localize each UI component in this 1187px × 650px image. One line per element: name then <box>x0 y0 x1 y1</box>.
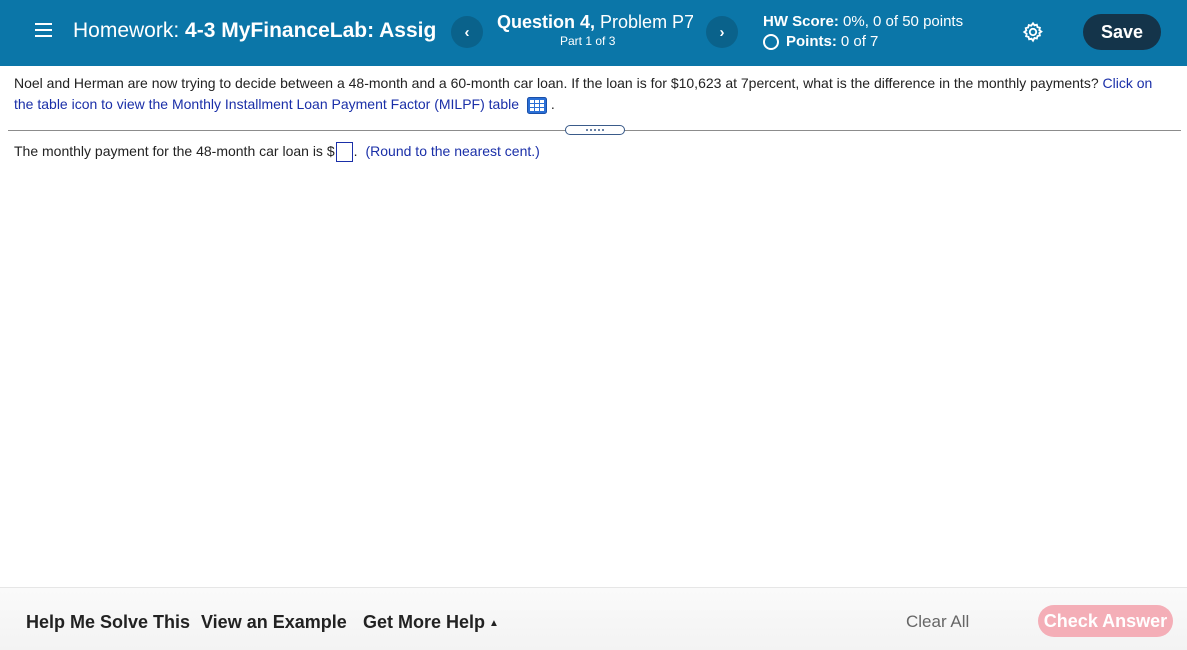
rounding-hint: (Round to the nearest cent.) <box>365 143 540 159</box>
homework-name: 4-3 MyFinanceLab: Assignm... <box>185 19 435 42</box>
homework-prefix: Homework: <box>73 19 180 42</box>
next-question-button[interactable]: › <box>706 16 738 48</box>
save-button[interactable]: Save <box>1083 14 1161 50</box>
chevron-right-icon: › <box>719 23 725 41</box>
table-icon[interactable] <box>526 96 547 114</box>
answer-line: The monthly payment for the 48-month car… <box>14 141 540 162</box>
points-label: Points: <box>786 33 837 50</box>
points-value: 0 of 7 <box>840 33 879 50</box>
homework-title: Homework: 4-3 MyFinanceLab: Assignm... <box>73 19 435 43</box>
view-example-button[interactable]: View an Example <box>201 612 347 633</box>
hw-score-label: HW Score: <box>763 13 839 30</box>
hw-score: HW Score: 0%, 0 of 50 points <box>763 13 963 30</box>
caret-up-icon: ▲ <box>489 617 499 629</box>
chevron-left-icon: ‹ <box>464 23 470 41</box>
question-number: Question 4, <box>497 12 596 32</box>
top-bar: Homework: 4-3 MyFinanceLab: Assignm... ‹… <box>0 0 1187 66</box>
answer-prompt: The monthly payment for the 48-month car… <box>14 143 335 159</box>
hamburger-menu-icon[interactable] <box>35 23 52 39</box>
hw-score-value: 0%, 0 of 50 points <box>843 13 964 30</box>
clear-all-button[interactable]: Clear All <box>906 612 969 632</box>
question-body: Noel and Herman are now trying to decide… <box>14 75 1103 91</box>
answer-input[interactable] <box>335 141 353 162</box>
get-more-help-label: Get More Help <box>363 612 486 632</box>
question-title: Question 4, Problem P7-... <box>497 12 693 33</box>
question-text: Noel and Herman are now trying to decide… <box>14 73 1174 115</box>
footer-bar: Help Me Solve This View an Example Get M… <box>0 587 1187 650</box>
points-circle-icon <box>763 33 779 50</box>
resize-handle[interactable] <box>565 125 625 135</box>
answer-period: . <box>353 143 358 159</box>
points: Points: 0 of 7 <box>763 33 878 50</box>
part-indicator: Part 1 of 3 <box>560 34 616 48</box>
check-answer-button[interactable]: Check Answer <box>1038 605 1173 637</box>
problem-id: Problem P7-... <box>600 12 693 32</box>
question-end: . <box>550 96 555 112</box>
get-more-help-button[interactable]: Get More Help ▲ <box>363 612 499 633</box>
previous-question-button[interactable]: ‹ <box>451 16 483 48</box>
gear-icon[interactable] <box>1022 21 1044 43</box>
help-me-solve-button[interactable]: Help Me Solve This <box>26 612 190 633</box>
